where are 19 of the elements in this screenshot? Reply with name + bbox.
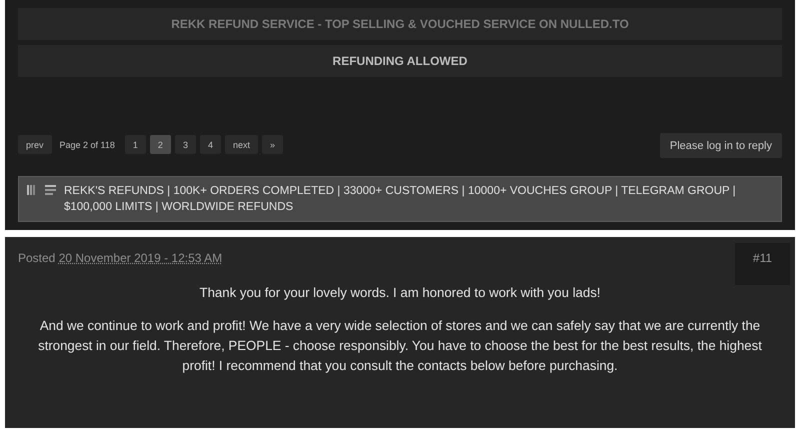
lines-icon[interactable] [45,185,56,195]
post-paragraph: And we continue to work and profit! We have a very wide selection of stores and we can safely say that we are currently the strongest in our field. Therefore, PEOPLE - choose responsibly. You have to choose the best for the best results, the highest profit! I recommend that you consult the contacts below before purchasing. [37,317,763,375]
post-date-link[interactable]: 20 November 2019 - 12:53 AM [58,251,222,265]
thread-title: REKK'S REFUNDS | 100K+ ORDERS COMPLETED | 33000+ CUSTOMERS | 10000+ VOUCHES GROUP | TELEGRAM GROUP | $100,000 LIMITS | WORLDWIDE REFUNDS [64,184,736,215]
prev-button[interactable]: prev [18,135,52,154]
page-button[interactable]: 4 [200,135,221,154]
banner: REFUNDING ALLOWED [18,45,782,77]
page-button[interactable]: 2 [150,135,171,154]
page-info: Page 2 of 118 [60,140,115,150]
banner: REKK REFUND SERVICE - TOP SELLING & VOUCHED SERVICE ON NULLED.TO [18,8,782,40]
next-button[interactable]: next [224,135,258,154]
last-page-button[interactable]: » [262,135,283,154]
post-paragraph: Thank you for your lovely words. I am honored to work with you lads! [198,284,602,302]
posted-label: Posted [18,251,56,265]
columns-icon[interactable] [27,185,37,195]
post-number[interactable]: #11 [735,243,790,285]
page-button[interactable]: 1 [124,135,146,154]
page-button[interactable]: 3 [174,135,196,154]
reply-button[interactable]: Please log in to reply [660,133,782,158]
